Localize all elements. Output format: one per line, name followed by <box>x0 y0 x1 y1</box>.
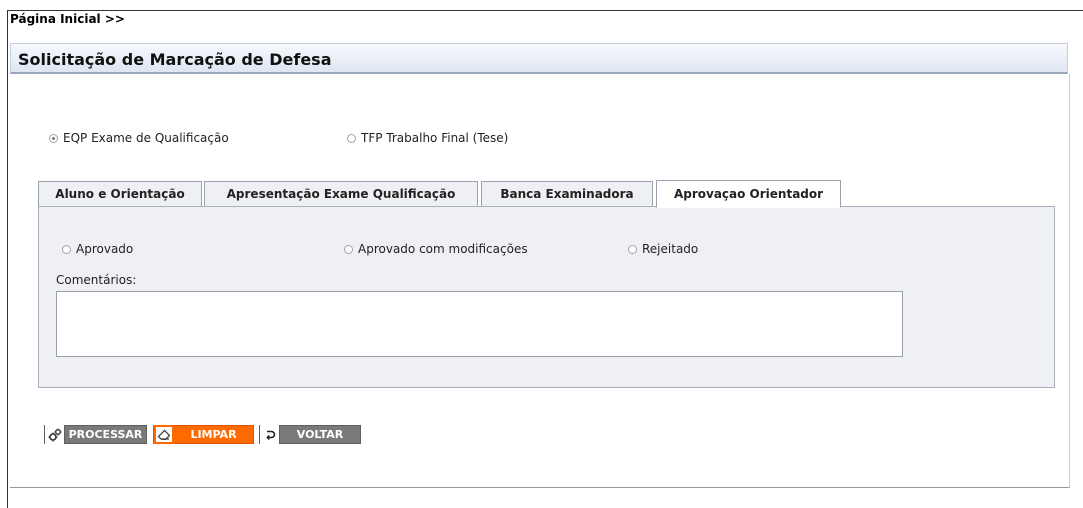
back-button[interactable]: VOLTAR <box>259 425 361 444</box>
page-title: Solicitação de Marcação de Defesa <box>18 50 332 69</box>
return-arrow-icon <box>260 425 280 444</box>
process-button[interactable]: PROCESSAR <box>44 425 147 444</box>
gear-icon <box>45 425 65 444</box>
eraser-icon <box>154 425 174 444</box>
tab-banca-examinadora[interactable]: Banca Examinadora <box>481 181 653 207</box>
radio-eqp-label: EQP Exame de Qualificação <box>63 131 229 145</box>
radio-option-tfp[interactable]: TFP Trabalho Final (Tese) <box>347 131 508 145</box>
radio-aprovado[interactable] <box>62 245 71 254</box>
radio-tfp-label: TFP Trabalho Final (Tese) <box>361 131 509 145</box>
radio-option-eqp[interactable]: EQP Exame de Qualificação <box>49 131 229 145</box>
process-button-label: PROCESSAR <box>68 428 143 441</box>
clear-button[interactable]: LIMPAR <box>153 425 254 444</box>
radio-option-aprovado[interactable]: Aprovado <box>62 242 133 256</box>
tab-apresentacao-exame[interactable]: Apresentação Exame Qualificação <box>204 181 478 207</box>
comments-label: Comentários: <box>56 273 137 287</box>
back-button-label: VOLTAR <box>296 428 344 441</box>
radio-option-aprovado-modificacoes[interactable]: Aprovado com modificações <box>344 242 528 256</box>
radio-aprovado-label: Aprovado <box>76 242 134 256</box>
page-title-bar: Solicitação de Marcação de Defesa <box>10 43 1068 74</box>
tab-aluno-orientacao[interactable]: Aluno e Orientação <box>38 181 202 207</box>
radio-rejeitado[interactable] <box>628 245 637 254</box>
breadcrumb[interactable]: Página Inicial >> <box>10 12 125 26</box>
radio-option-rejeitado[interactable]: Rejeitado <box>628 242 698 256</box>
radio-aprovado-modificacoes[interactable] <box>344 245 353 254</box>
radio-tfp[interactable] <box>347 134 356 143</box>
comments-textarea[interactable] <box>56 291 903 357</box>
clear-button-label: LIMPAR <box>190 428 237 441</box>
tab-aprovacao-orientador[interactable]: Aprovaçao Orientador <box>656 180 841 208</box>
radio-eqp[interactable] <box>49 134 58 143</box>
radio-aprovado-modificacoes-label: Aprovado com modificações <box>358 242 528 256</box>
radio-rejeitado-label: Rejeitado <box>642 242 699 256</box>
